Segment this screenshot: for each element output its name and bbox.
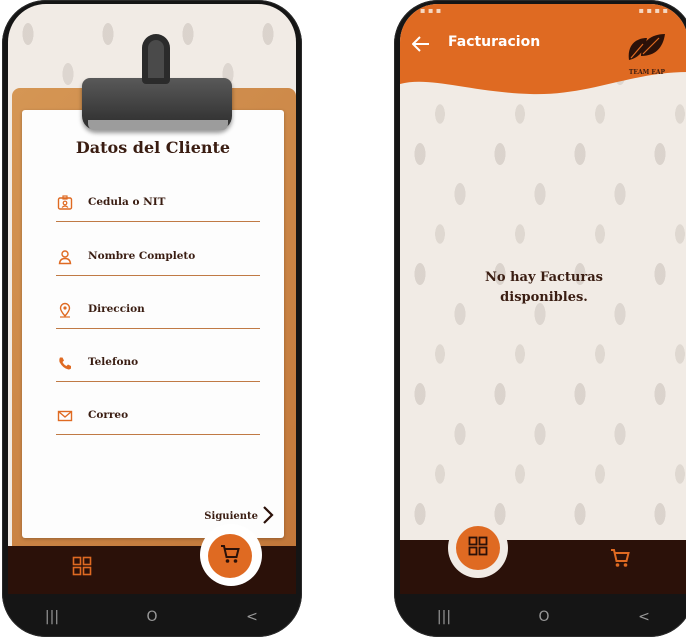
clip-rim	[88, 120, 228, 130]
phone-field-label: Telefono	[88, 356, 139, 368]
back-button[interactable]: <	[232, 609, 272, 625]
page-title: Facturacion	[448, 34, 541, 50]
clip-ring	[142, 34, 170, 84]
address-field[interactable]: Direccion	[56, 301, 260, 329]
recent-apps-button[interactable]: |||	[32, 609, 72, 625]
cart-nav-button[interactable]	[606, 546, 634, 574]
email-field[interactable]: Correo	[56, 407, 260, 435]
home-button[interactable]: O	[132, 609, 172, 625]
cart-nav-button[interactable]	[208, 534, 252, 578]
id-card-icon	[56, 194, 74, 212]
chevron-right-icon	[262, 506, 274, 527]
team-logo: TEAM EAP	[620, 30, 674, 86]
id-field-label: Cedula o NIT	[88, 196, 166, 208]
mail-icon	[56, 407, 74, 425]
address-field-label: Direccion	[88, 303, 145, 315]
form-paper: Datos del Cliente Cedula o NIT Nombre Co…	[22, 110, 284, 538]
status-right-icons: ▪ ▪ ▪ ▪	[638, 6, 668, 15]
leaf-logo-icon	[625, 34, 669, 68]
status-left-icons: ▪ ▪ ▪	[420, 6, 442, 15]
right-screen: ▪ ▪ ▪ ▪ ▪ ▪ ▪ Facturacion TEAM EAP No ha…	[400, 4, 686, 594]
grid-nav-button[interactable]	[70, 556, 94, 580]
full-name-field-label: Nombre Completo	[88, 250, 196, 262]
grid-icon	[468, 536, 488, 560]
right-phone: ▪ ▪ ▪ ▪ ▪ ▪ ▪ Facturacion TEAM EAP No ha…	[394, 0, 686, 637]
email-field-label: Correo	[88, 409, 129, 421]
cart-icon	[609, 547, 631, 573]
id-field[interactable]: Cedula o NIT	[56, 194, 260, 222]
next-button-label: Siguiente	[204, 511, 258, 522]
person-icon	[56, 248, 74, 266]
form-title: Datos del Cliente	[75, 138, 231, 157]
grid-nav-button[interactable]	[456, 526, 500, 570]
logo-text: TEAM EAP	[628, 69, 666, 76]
phone-icon	[56, 354, 74, 372]
next-button[interactable]: Siguiente	[204, 506, 274, 527]
bottom-nav	[400, 540, 686, 594]
full-name-field[interactable]: Nombre Completo	[56, 248, 260, 276]
system-navbar: ||| O <	[394, 596, 686, 637]
left-screen: Datos del Cliente Cedula o NIT Nombre Co…	[8, 4, 296, 594]
back-arrow-icon[interactable]	[411, 36, 430, 56]
empty-message: No hay Facturas disponibles.	[485, 270, 603, 305]
back-button[interactable]: <	[624, 609, 664, 625]
cart-icon	[219, 543, 241, 569]
system-navbar: ||| O <	[2, 596, 302, 637]
phone-field[interactable]: Telefono	[56, 354, 260, 382]
status-bar: ▪ ▪ ▪ ▪ ▪ ▪ ▪	[420, 6, 668, 18]
left-phone: Datos del Cliente Cedula o NIT Nombre Co…	[2, 0, 302, 637]
grid-icon	[72, 556, 92, 580]
recent-apps-button[interactable]: |||	[424, 609, 464, 625]
home-button[interactable]: O	[524, 609, 564, 625]
location-pin-icon	[56, 301, 74, 319]
